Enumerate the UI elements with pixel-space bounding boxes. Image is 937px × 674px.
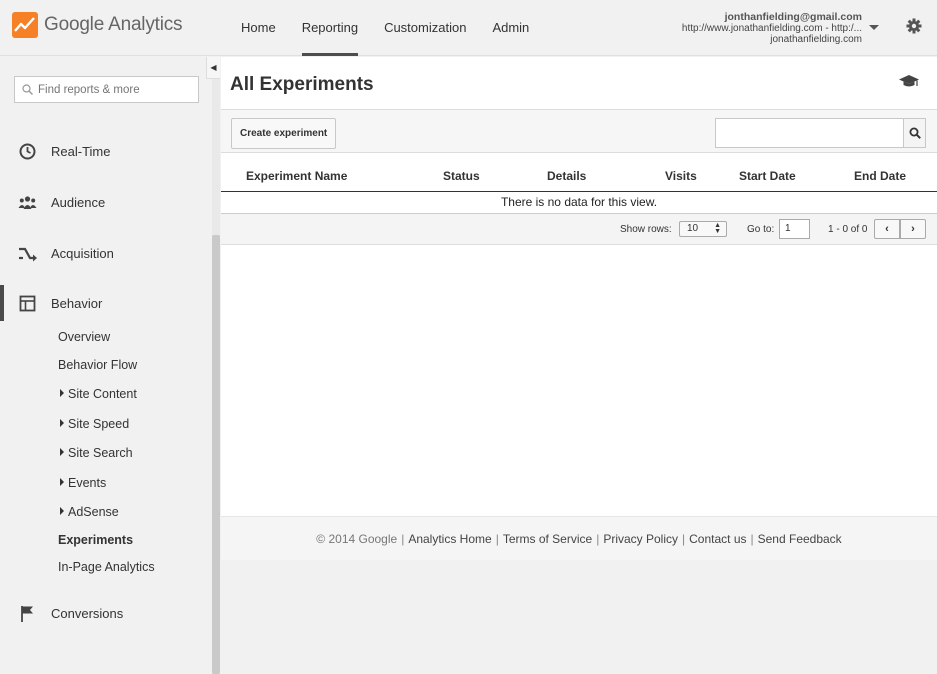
select-arrows-icon: ▲ ▼	[714, 222, 721, 235]
account-email: jonthanfielding@gmail.com	[724, 11, 862, 23]
sidebar-subitem-label: Site Speed	[68, 417, 130, 431]
sidebar-item-label: Real-Time	[51, 143, 111, 159]
table-search[interactable]	[715, 118, 926, 148]
sidebar-item-behavior[interactable]: Behavior	[0, 285, 210, 321]
expand-arrow-icon	[60, 507, 64, 515]
page-title: All Experiments	[230, 74, 374, 95]
sidebar-item-audience[interactable]: Audience	[0, 184, 210, 220]
nav-home[interactable]: Home	[228, 0, 289, 56]
behavior-layout-icon	[19, 295, 36, 312]
account-dropdown-icon[interactable]	[869, 25, 879, 30]
sidebar-item-realtime[interactable]: Real-Time	[0, 133, 210, 169]
sidebar-item-label: Behavior	[51, 295, 103, 311]
rows-per-page-value: 10	[687, 223, 699, 234]
sidebar-subitem-site-content[interactable]: Site Content	[60, 387, 137, 401]
nav-reporting[interactable]: Reporting	[289, 0, 371, 56]
analytics-logo-icon	[12, 12, 38, 38]
goto-label: Go to:	[747, 224, 775, 235]
goto-page-input[interactable]: 1	[779, 219, 810, 239]
contact-link[interactable]: Contact us	[689, 532, 746, 546]
table-pagination: Show rows: 10 ▲ ▼ Go to: 1 1 - 0 of 0 ‹ ›	[221, 214, 937, 245]
table-search-button[interactable]	[903, 119, 925, 147]
search-icon	[22, 84, 33, 95]
search-icon	[909, 127, 921, 139]
column-experiment-name[interactable]: Experiment Name	[246, 169, 347, 183]
footer-spacer	[221, 560, 937, 674]
sidebar-subitem-label: Events	[68, 476, 107, 490]
logo[interactable]: Google Analytics	[12, 12, 183, 38]
chevron-left-icon: ‹	[885, 223, 889, 235]
nav-customization[interactable]: Customization	[371, 0, 479, 56]
collapse-sidebar-button[interactable]: ◀	[206, 57, 220, 79]
nav-admin[interactable]: Admin	[479, 0, 542, 56]
sidebar-subitem-overview[interactable]: Overview	[58, 330, 110, 344]
sidebar-item-label: Conversions	[51, 605, 124, 621]
column-start-date[interactable]: Start Date	[739, 169, 796, 183]
chevron-right-icon: ›	[911, 223, 915, 235]
sidebar-subitem-in-page-analytics[interactable]: In-Page Analytics	[58, 560, 155, 574]
sidebar-subitem-adsense[interactable]: AdSense	[60, 505, 119, 519]
next-page-button[interactable]: ›	[900, 219, 926, 239]
sidebar-item-acquisition[interactable]: Acquisition	[0, 235, 210, 271]
privacy-link[interactable]: Privacy Policy	[603, 532, 678, 546]
expand-arrow-icon	[60, 389, 64, 397]
analytics-home-link[interactable]: Analytics Home	[408, 532, 491, 546]
sidebar-subitem-label: AdSense	[68, 505, 119, 519]
terms-link[interactable]: Terms of Service	[503, 532, 592, 546]
sidebar-subitem-experiments[interactable]: Experiments	[58, 533, 133, 547]
feedback-link[interactable]: Send Feedback	[758, 532, 842, 546]
copyright: © 2014 Google	[316, 532, 398, 546]
sidebar-subitem-events[interactable]: Events	[60, 476, 106, 490]
rows-per-page-select[interactable]: 10 ▲ ▼	[679, 221, 727, 237]
column-end-date[interactable]: End Date	[854, 169, 906, 183]
account-property: http://www.jonathanfielding.com - http:/…	[681, 23, 862, 34]
sidebar-scrollbar-thumb[interactable]	[212, 235, 220, 674]
column-visits[interactable]: Visits	[665, 169, 697, 183]
sidebar-subitem-label: Site Content	[68, 387, 137, 401]
sidebar-item-label: Audience	[51, 194, 106, 210]
sidebar-subitem-site-speed[interactable]: Site Speed	[60, 417, 129, 431]
search-input[interactable]	[38, 77, 196, 102]
graduation-cap-icon[interactable]	[899, 74, 919, 88]
people-icon	[18, 196, 37, 209]
sidebar-item-conversions[interactable]: Conversions	[0, 595, 210, 631]
page-range: 1 - 0 of 0	[828, 224, 868, 235]
sidebar-subitem-label: Site Search	[68, 446, 133, 460]
main-nav: Home Reporting Customization Admin	[228, 0, 542, 56]
account-selector[interactable]: jonthanfielding@gmail.com http://www.jon…	[681, 11, 862, 46]
app-name: Google Analytics	[44, 14, 183, 35]
account-view: jonathanfielding.com	[770, 34, 862, 45]
table-search-input[interactable]	[716, 119, 904, 147]
previous-page-button[interactable]: ‹	[874, 219, 900, 239]
column-details[interactable]: Details	[547, 169, 586, 183]
table-header: Experiment Name Status Details Visits St…	[221, 154, 937, 192]
show-rows-label: Show rows:	[620, 224, 672, 235]
sidebar-item-label: Acquisition	[51, 245, 114, 261]
clock-icon	[19, 143, 36, 160]
gear-icon[interactable]	[906, 18, 922, 34]
empty-table-message: There is no data for this view.	[221, 192, 937, 214]
flag-icon	[21, 606, 33, 622]
expand-arrow-icon	[60, 478, 64, 486]
acquisition-arrows-icon	[19, 247, 37, 262]
top-bar: Google Analytics Home Reporting Customiz…	[0, 0, 937, 56]
table-toolbar: Create experiment	[221, 109, 937, 153]
sidebar-subitem-site-search[interactable]: Site Search	[60, 446, 133, 460]
create-experiment-button[interactable]: Create experiment	[231, 118, 337, 149]
column-status[interactable]: Status	[443, 169, 480, 183]
main-content: All Experiments Create experiment Experi…	[221, 57, 937, 674]
sidebar-subitem-behavior-flow[interactable]: Behavior Flow	[58, 358, 137, 372]
footer: © 2014 Google | Analytics Home | Terms of Se…	[221, 516, 937, 560]
sidebar: ◀ Real-Time Audience Acq	[0, 57, 220, 674]
expand-arrow-icon	[60, 419, 64, 427]
expand-arrow-icon	[60, 448, 64, 456]
report-search[interactable]	[14, 76, 199, 103]
